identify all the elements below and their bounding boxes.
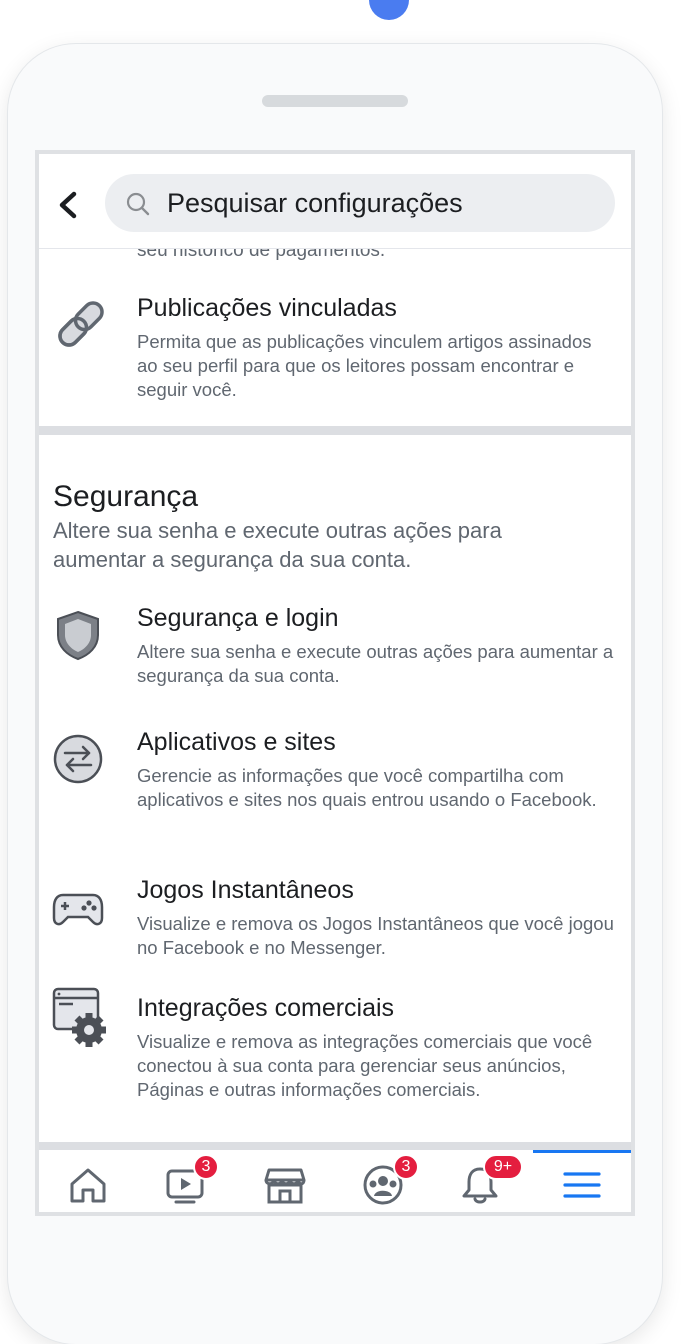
section-title-security: Segurança (53, 480, 199, 513)
tab-watch[interactable]: 3 (137, 1150, 235, 1212)
search-header (39, 154, 631, 249)
item-description: Gerencie as informações que você compart… (137, 765, 597, 810)
item-description: Visualize e remova os Jogos Instantâneos… (137, 913, 614, 958)
tabbar-divider (39, 1142, 631, 1150)
item-title: Aplicativos e sites (137, 728, 336, 756)
back-arrow-icon[interactable] (55, 188, 81, 222)
item-title: Publicações vinculadas (137, 294, 397, 322)
item-title: Integrações comerciais (137, 994, 395, 1022)
marketplace-icon (264, 1168, 306, 1204)
tab-groups[interactable]: 3 (333, 1150, 431, 1212)
bottom-tab-bar: 3 3 9+ (39, 1150, 631, 1212)
tab-notifications[interactable]: 9+ (431, 1150, 529, 1212)
search-input[interactable] (167, 184, 597, 222)
arrows-exchange-icon (53, 734, 103, 784)
item-description: Permita que as publicações vinculem arti… (137, 331, 592, 400)
tab-menu[interactable] (533, 1150, 631, 1212)
search-icon (126, 192, 150, 216)
tab-home[interactable] (39, 1150, 137, 1212)
notification-badge: 3 (393, 1154, 419, 1180)
section-description-security: Altere sua senha e execute outras ações … (53, 518, 502, 572)
phone-speaker (262, 95, 408, 107)
notification-badge: 3 (193, 1154, 219, 1180)
search-bar[interactable] (105, 174, 615, 232)
gamepad-icon (52, 893, 104, 926)
notification-badge: 9+ (483, 1154, 523, 1180)
browser-gear-icon (52, 987, 106, 1047)
home-icon (70, 1168, 106, 1203)
item-description: Altere sua senha e execute outras ações … (137, 641, 614, 686)
settings-screen: seu histórico de pagamentos. Publicações… (35, 150, 635, 1216)
menu-icon (563, 1172, 601, 1198)
link-chain-icon (58, 301, 104, 347)
shield-icon (57, 610, 99, 661)
item-title: Segurança e login (137, 604, 339, 632)
top-indicator-dot (369, 0, 409, 20)
phone-frame: seu histórico de pagamentos. Publicações… (8, 44, 662, 1344)
item-title: Jogos Instantâneos (137, 876, 354, 904)
tab-marketplace[interactable] (235, 1150, 333, 1212)
section-divider (39, 426, 631, 435)
item-description: Visualize e remova as integrações comerc… (137, 1031, 593, 1100)
